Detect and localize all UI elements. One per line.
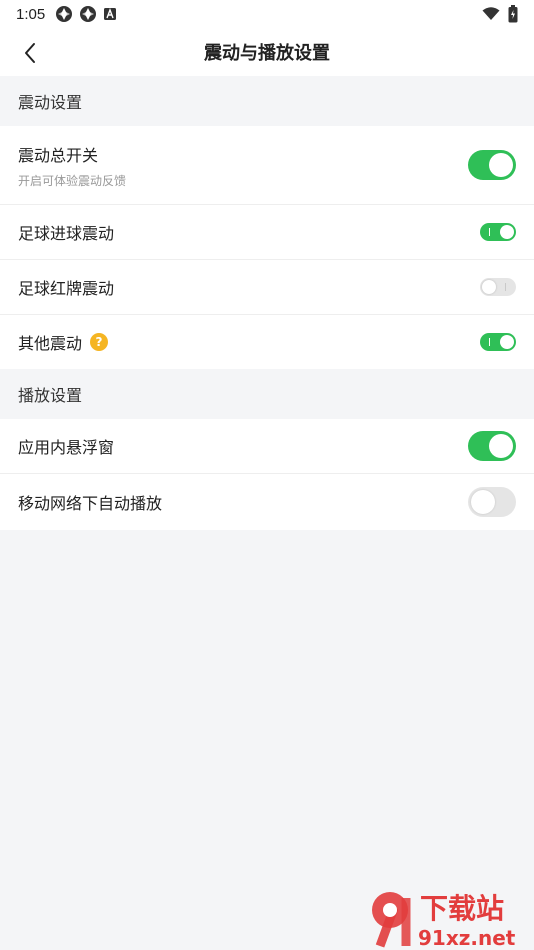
- setting-row-floating-window: 应用内悬浮窗: [0, 419, 534, 474]
- goal-vibration-toggle[interactable]: [480, 223, 516, 241]
- help-icon[interactable]: ?: [90, 333, 109, 351]
- svg-text:91xz.net: 91xz.net: [418, 926, 516, 950]
- section-header-vibration: 震动设置: [0, 76, 534, 126]
- watermark-logo: 下载站 91xz.net: [372, 892, 516, 950]
- back-button[interactable]: [14, 38, 46, 68]
- status-icons-right: [482, 5, 518, 23]
- page-title: 震动与播放设置: [204, 43, 330, 64]
- app-icon: [80, 6, 97, 22]
- setting-row-goal-vibration: 足球进球震动: [0, 205, 534, 260]
- setting-label: 震动总开关: [18, 145, 99, 165]
- setting-row-red-card-vibration: 足球红牌震动: [0, 260, 534, 315]
- playback-settings-group: 应用内悬浮窗 移动网络下自动播放: [0, 419, 534, 530]
- setting-label: 移动网络下自动播放: [18, 494, 163, 513]
- back-arrow-icon: [25, 43, 35, 63]
- other-vibration-toggle[interactable]: [480, 333, 516, 351]
- section-header-playback: 播放设置: [0, 369, 534, 419]
- vibration-master-toggle[interactable]: [468, 150, 516, 180]
- font-icon: [104, 8, 117, 20]
- setting-label: 足球进球震动: [18, 224, 115, 243]
- vibration-settings-group: 震动总开关 开启可体验震动反馈 足球进球震动 足球红牌震动 其他震动 ?: [0, 126, 534, 369]
- svg-text:下载站: 下载站: [420, 892, 504, 925]
- red-card-vibration-toggle[interactable]: [480, 278, 516, 296]
- mobile-autoplay-toggle[interactable]: [468, 487, 516, 517]
- battery-icon: [508, 5, 518, 23]
- setting-row-vibration-master: 震动总开关 开启可体验震动反馈: [0, 126, 534, 205]
- setting-subtitle: 开启可体验震动反馈: [18, 173, 127, 188]
- setting-label: 其他震动: [18, 334, 83, 353]
- app-icon: [56, 6, 73, 22]
- setting-row-mobile-autoplay: 移动网络下自动播放: [0, 474, 534, 530]
- floating-window-toggle[interactable]: [468, 431, 516, 461]
- wifi-icon: [482, 7, 500, 20]
- setting-row-other-vibration: 其他震动 ?: [0, 315, 534, 369]
- status-bar: 1:05: [0, 0, 534, 28]
- setting-label: 足球红牌震动: [18, 279, 115, 298]
- status-time: 1:05: [16, 5, 46, 23]
- app-header: 震动与播放设置: [0, 28, 534, 76]
- status-icons-left: [55, 5, 117, 23]
- setting-label: 应用内悬浮窗: [18, 438, 115, 457]
